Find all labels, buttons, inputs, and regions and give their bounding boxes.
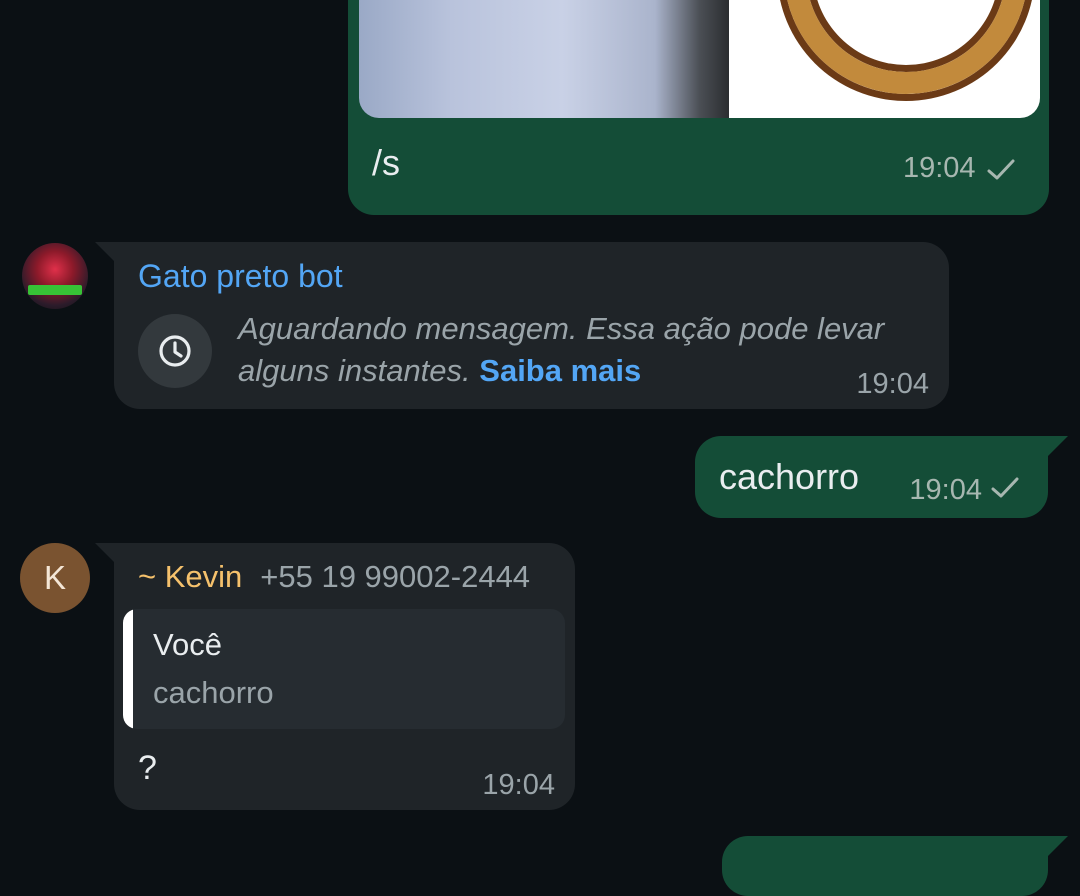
learn-more-link[interactable]: Saiba mais (479, 353, 641, 388)
message-time: 19:04 (909, 474, 982, 506)
quote-bar (123, 609, 133, 729)
clock-icon (138, 314, 212, 388)
image-ring-shape (784, 0, 1028, 94)
message-meta: 19:04 (903, 152, 1016, 187)
image-left-part (359, 0, 729, 118)
sender-line: ~ Kevin +55 19 99002-2444 (138, 559, 530, 595)
check-icon (990, 476, 1020, 505)
message-text: ? (138, 749, 157, 787)
bubble-tail (95, 543, 115, 563)
message-time: 19:04 (482, 769, 555, 801)
incoming-message-kevin[interactable]: ~ Kevin +55 19 99002-2444 Você cachorro ?… (114, 543, 575, 810)
outgoing-message[interactable]: cachorro 19:04 (695, 436, 1048, 518)
bubble-tail (95, 242, 115, 262)
sender-name[interactable]: ~ Kevin (138, 559, 242, 594)
bubble-tail (1048, 836, 1068, 856)
message-caption: /s (372, 142, 401, 183)
bubble-tail (1048, 436, 1068, 456)
message-image[interactable] (359, 0, 1040, 118)
message-time: 19:04 (902, 152, 976, 184)
quoted-message[interactable]: Você cachorro (123, 609, 565, 729)
message-text: cachorro (719, 456, 860, 497)
message-time: 19:04 (856, 368, 929, 400)
incoming-message-bot[interactable]: Gato preto bot Aguardando mensagem. Essa… (114, 242, 949, 409)
quote-text: cachorro (153, 675, 274, 710)
image-right-part (729, 0, 1040, 118)
avatar-decoration (28, 285, 82, 295)
bot-avatar[interactable] (22, 243, 88, 309)
outgoing-image-message[interactable]: /s 19:04 (348, 0, 1049, 215)
check-icon (986, 158, 1016, 187)
waiting-message-text: Aguardando mensagem. Essa ação pode leva… (238, 308, 898, 392)
outgoing-message-partial[interactable] (722, 836, 1048, 896)
quote-author: Você (153, 627, 222, 662)
avatar[interactable]: K (20, 543, 90, 613)
sender-phone: +55 19 99002-2444 (260, 559, 531, 594)
sender-name[interactable]: Gato preto bot (138, 258, 343, 295)
